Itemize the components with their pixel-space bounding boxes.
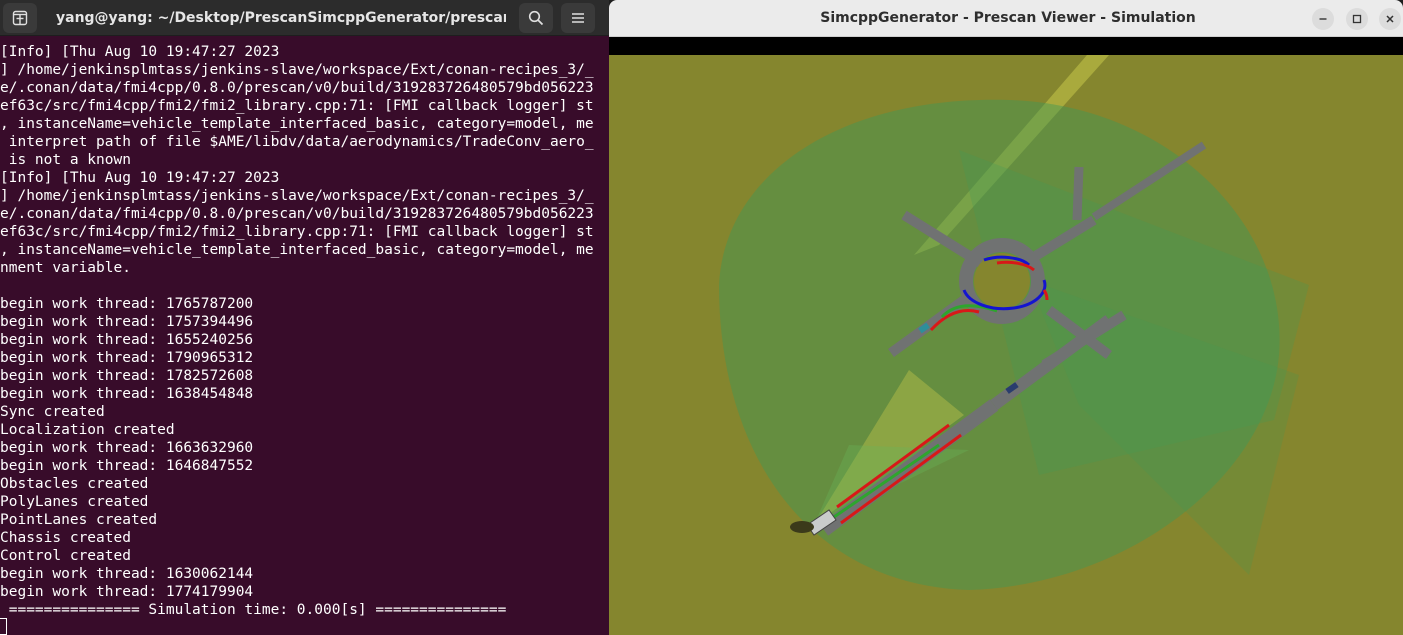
minimize-icon — [1319, 18, 1327, 20]
terminal-line: , instanceName=vehicle_template_interfac… — [0, 242, 594, 258]
terminal-line: begin work thread: 1782572608 — [0, 368, 254, 384]
new-tab-button[interactable] — [3, 3, 37, 33]
search-button[interactable] — [519, 3, 553, 33]
terminal-line: Chassis created — [0, 530, 131, 546]
prescan-viewer-window[interactable]: SimcppGenerator - Prescan Viewer - Simul… — [609, 0, 1403, 635]
viewer-title: SimcppGenerator - Prescan Viewer - Simul… — [820, 10, 1196, 26]
terminal-output: [Info] [Thu Aug 10 19:47:27 2023 ] /home… — [0, 43, 609, 635]
minimize-button[interactable] — [1312, 8, 1334, 30]
simulation-viewport[interactable] — [609, 55, 1403, 635]
terminal-line: Control created — [0, 548, 131, 564]
terminal-line: ef63c/src/fmi4cpp/fmi2/fmi2_library.cpp:… — [0, 98, 594, 114]
menu-button[interactable] — [561, 3, 595, 33]
terminal-line: e/.conan/data/fmi4cpp/0.8.0/prescan/v0/b… — [0, 80, 594, 96]
terminal-line: [Info] [Thu Aug 10 19:47:27 2023 — [0, 170, 280, 186]
terminal-line: PointLanes created — [0, 512, 158, 528]
terminal-line: Localization created — [0, 422, 175, 438]
terminal-line: ] /home/jenkinsplmtass/jenkins-slave/wor… — [0, 62, 594, 78]
terminal-line: begin work thread: 1757394496 — [0, 314, 254, 330]
terminal-line: PolyLanes created — [0, 494, 149, 510]
terminal-line: nment variable. — [0, 260, 131, 276]
terminal-line: begin work thread: 1646847552 — [0, 458, 254, 474]
terminal-line: begin work thread: 1638454848 — [0, 386, 254, 402]
terminal-header-bar: yang@yang: ~/Desktop/PrescanSimcppGenera… — [0, 0, 609, 36]
viewer-titlebar[interactable]: SimcppGenerator - Prescan Viewer - Simul… — [609, 0, 1403, 37]
terminal-cursor — [0, 618, 7, 635]
terminal-line: begin work thread: 1663632960 — [0, 440, 254, 456]
terminal-line: interpret path of file $AME/libdv/data/a… — [0, 134, 594, 150]
terminal-line: begin work thread: 1655240256 — [0, 332, 254, 348]
terminal-line: begin work thread: 1790965312 — [0, 350, 254, 366]
close-icon — [1386, 15, 1394, 23]
road-segment — [1072, 166, 1084, 221]
terminal-line: [Info] [Thu Aug 10 19:47:27 2023 — [0, 44, 280, 60]
terminal-line: =============== Simulation time: 0.000[s… — [0, 602, 507, 618]
terminal-line: Obstacles created — [0, 476, 149, 492]
viewport-top-strip — [609, 37, 1403, 55]
hamburger-menu-icon — [572, 13, 584, 23]
terminal-line: , instanceName=vehicle_template_interfac… — [0, 116, 594, 132]
terminal-line: Sync created — [0, 404, 105, 420]
maximize-icon — [1352, 14, 1362, 24]
maximize-button[interactable] — [1346, 8, 1368, 30]
terminal-title: yang@yang: ~/Desktop/PrescanSimcppGenera… — [56, 10, 506, 26]
terminal-window[interactable]: yang@yang: ~/Desktop/PrescanSimcppGenera… — [0, 0, 609, 635]
terminal-line: begin work thread: 1774179904 — [0, 584, 254, 600]
ego-vehicle-shadow — [790, 521, 814, 533]
search-icon — [528, 10, 544, 26]
terminal-line: ] /home/jenkinsplmtass/jenkins-slave/wor… — [0, 188, 594, 204]
terminal-line: e/.conan/data/fmi4cpp/0.8.0/prescan/v0/b… — [0, 206, 594, 222]
new-tab-icon — [12, 10, 28, 26]
terminal-line: ef63c/src/fmi4cpp/fmi2/fmi2_library.cpp:… — [0, 224, 594, 240]
terminal-line: begin work thread: 1765787200 — [0, 296, 254, 312]
terminal-line: is not a known — [0, 152, 131, 168]
terminal-line: begin work thread: 1630062144 — [0, 566, 254, 582]
close-button[interactable] — [1379, 8, 1401, 30]
